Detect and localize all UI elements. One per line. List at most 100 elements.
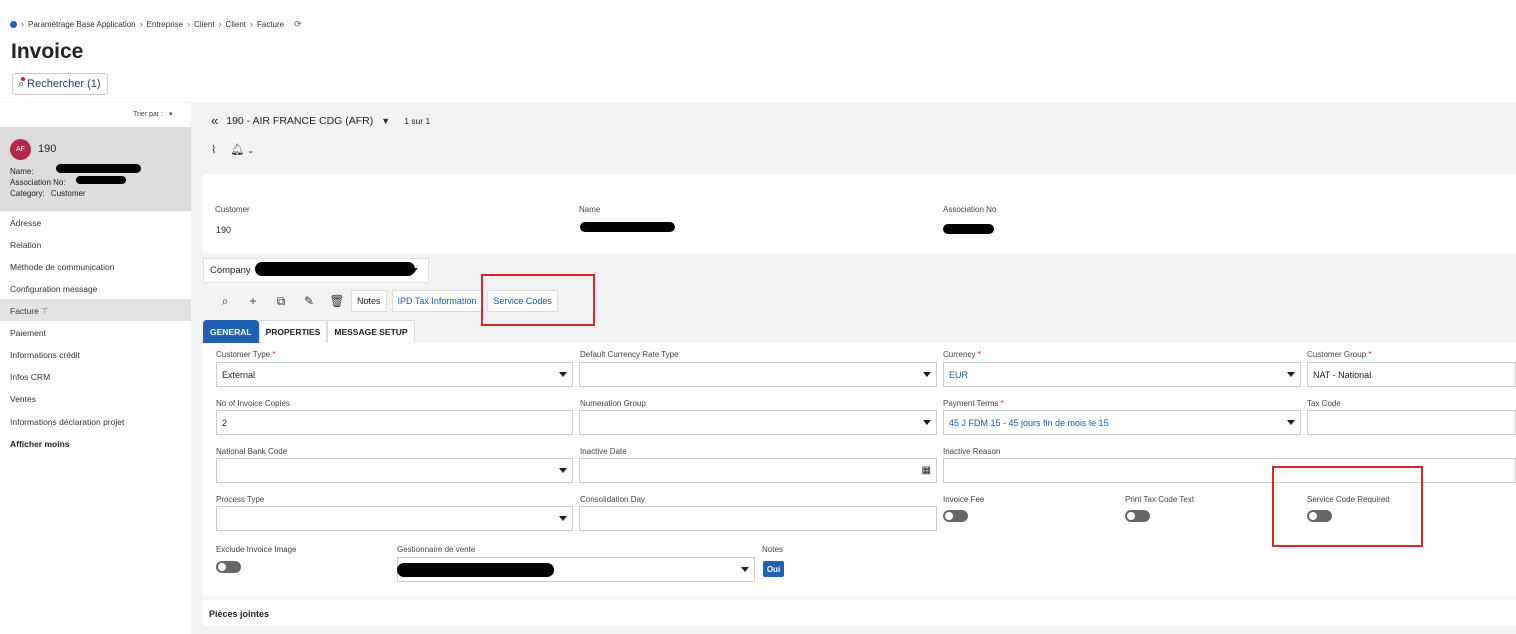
highlight-box-service-code-required (1272, 466, 1423, 547)
category-label: Category: (10, 189, 45, 198)
breadcrumb-item[interactable]: Client (226, 20, 246, 29)
notes-label: Notes (762, 545, 783, 554)
chevron-right-icon: › (139, 19, 143, 29)
search-button-label: Rechercher (1) (27, 78, 101, 90)
caret-down-icon: ▾ (169, 111, 173, 118)
record-count: 1 sur 1 (404, 115, 431, 126)
search-icon[interactable]: ⌕ (211, 294, 239, 309)
tax-code-input[interactable] (1307, 410, 1516, 435)
home-icon[interactable] (10, 20, 17, 28)
numeration-group-select[interactable] (579, 410, 937, 435)
process-type-select[interactable] (216, 506, 573, 531)
show-less-link[interactable]: Afficher moins (10, 439, 70, 449)
inactive-date-input[interactable]: ▦ (579, 458, 937, 483)
sidebar-item-label: Facture (10, 306, 39, 316)
chevron-right-icon: › (21, 19, 24, 29)
numeration-group-label: Numeration Group (580, 399, 646, 408)
association-no-label: Association No (943, 205, 997, 214)
tab-properties[interactable]: PROPERTIES (258, 320, 328, 343)
invoice-fee-label: Invoice Fee (943, 495, 985, 504)
tab-message-setup[interactable]: MESSAGE SETUP (327, 320, 415, 343)
sidebar-item-communication[interactable]: Méthode de communication (10, 262, 114, 272)
sidebar-item-paiement[interactable]: Paiement (10, 328, 46, 338)
record-card-category: Category: Customer (10, 189, 86, 198)
sidebar-item-declaration-projet[interactable]: Informations déclaration projet (10, 417, 124, 427)
record-selector[interactable]: 190 - AIR FRANCE CDG (AFR) (226, 115, 373, 127)
attachments-panel[interactable] (203, 600, 1516, 626)
category-value: Customer (50, 189, 86, 198)
default-currency-rate-type-label: Default Currency Rate Type (580, 350, 679, 359)
caret-down-icon (559, 468, 567, 473)
record-card-id: 190 (38, 143, 57, 155)
ipd-tax-information-button[interactable]: IPD Tax Information (391, 290, 483, 312)
chevron-right-icon: › (218, 19, 222, 29)
company-label: Company (210, 265, 251, 276)
breadcrumb-item[interactable]: Entreprise (147, 20, 183, 29)
name-label: Name (579, 205, 601, 214)
record-card-name: Name: (10, 167, 34, 176)
caret-down-icon (1287, 420, 1295, 425)
chevron-right-icon: › (250, 19, 253, 29)
sidebar-item-relation[interactable]: Relation (10, 240, 41, 250)
customer-group-select[interactable]: NAT - National (1307, 362, 1516, 387)
consolidation-day-input[interactable] (579, 506, 937, 531)
process-type-label: Process Type (216, 495, 265, 504)
refresh-icon[interactable]: ⟳ (294, 19, 302, 30)
national-bank-code-label: National Bank Code (216, 447, 288, 456)
sidebar-item-facture[interactable]: Facture ⊤ (10, 306, 48, 316)
record-navigator: « 190 - AIR FRANCE CDG (AFR) ▼ 1 sur 1 (211, 113, 430, 128)
breadcrumb-item[interactable]: Client (194, 20, 214, 29)
redaction-mark (56, 164, 141, 173)
association-label: Association No: (10, 178, 66, 187)
sidebar-item-ventes[interactable]: Ventes (10, 394, 36, 404)
bell-icon[interactable]: 🔔︎ ⌄ (230, 143, 254, 156)
print-tax-code-text-toggle[interactable] (1125, 510, 1150, 522)
page-title: Invoice (11, 40, 84, 63)
top-bar (0, 0, 1516, 12)
caret-down-icon (741, 567, 749, 572)
record-tools: ⌇ 🔔︎ ⌄ (211, 143, 254, 156)
sort-dropdown[interactable]: Trier par : ▾ (133, 110, 173, 118)
currency-select[interactable]: EUR (943, 362, 1301, 387)
notes-button[interactable]: Notes (351, 290, 387, 312)
inactive-date-label: Inactive Date (580, 447, 627, 456)
calendar-icon[interactable]: ▦ (922, 465, 931, 476)
duplicate-icon[interactable]: ⧉ (267, 294, 295, 309)
invoice-copies-input[interactable]: 2 (216, 410, 573, 435)
avatar: AF (10, 139, 31, 160)
sidebar-item-adresse[interactable]: Adresse (10, 218, 41, 228)
breadcrumb-item[interactable]: Paramétrage Base Application (28, 20, 136, 29)
delete-icon[interactable]: 🗑︎ (323, 294, 351, 308)
print-tax-code-text-label: Print Tax Code Text (1125, 495, 1195, 504)
caret-down-icon (1287, 372, 1295, 377)
national-bank-code-select[interactable] (216, 458, 573, 483)
invoice-fee-toggle[interactable] (943, 510, 968, 522)
inactive-reason-label: Inactive Reason (943, 447, 1001, 456)
sidebar-item-configuration-message[interactable]: Configuration message (10, 284, 97, 294)
paperclip-icon[interactable]: ⌇ (211, 143, 216, 156)
add-icon[interactable]: + (239, 294, 267, 308)
tab-general[interactable]: GENERAL (203, 320, 259, 343)
edit-icon[interactable]: ✎ (295, 294, 323, 308)
tax-code-label: Tax Code (1307, 399, 1341, 408)
breadcrumb: › Paramétrage Base Application › Entrepr… (10, 18, 302, 30)
customer-group-label: Customer Group * (1307, 350, 1372, 359)
caret-down-icon[interactable]: ▼ (381, 116, 390, 126)
tab-bar: GENERAL PROPERTIES MESSAGE SETUP (203, 320, 415, 343)
search-icon: ⌕ (18, 76, 26, 90)
pin-icon[interactable]: ⊤ (41, 307, 48, 316)
search-button[interactable]: ⌕ Rechercher (1) (12, 73, 108, 95)
inactive-reason-input[interactable] (943, 458, 1516, 483)
sort-label: Trier par : (133, 111, 164, 118)
caret-down-icon (559, 372, 567, 377)
collapse-left-icon[interactable]: « (211, 113, 218, 128)
sidebar-item-credit[interactable]: Informations crédit (10, 350, 80, 360)
sidebar-item-crm[interactable]: Infos CRM (10, 372, 50, 382)
attachments-label: Pièces jointes (209, 609, 270, 619)
exclude-invoice-image-toggle[interactable] (216, 561, 241, 573)
payment-terms-select[interactable]: 45 J FDM 15 - 45 jours fin de mois le 15 (943, 410, 1301, 435)
exclude-invoice-image-label: Exclude Invoice Image (216, 545, 297, 554)
customer-type-select[interactable]: External (216, 362, 573, 387)
notes-badge[interactable]: Oui (763, 561, 784, 577)
default-currency-rate-type-select[interactable] (579, 362, 937, 387)
